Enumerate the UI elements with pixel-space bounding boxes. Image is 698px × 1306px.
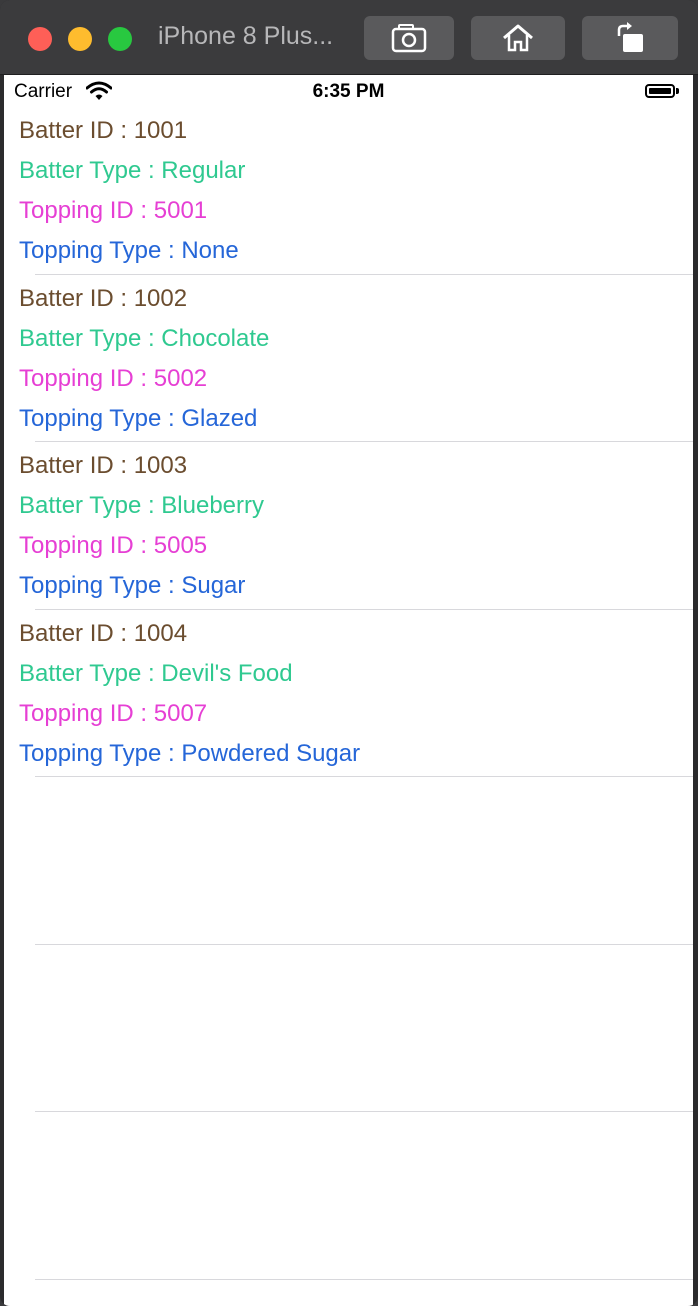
status-time: 6:35 PM [312,81,385,102]
batter-id-label: Batter ID : 1003 [19,452,188,479]
batter-id-label: Batter ID : 1001 [19,117,188,144]
topping-type-label: Topping Type : Powdered Sugar [19,739,361,767]
table-row[interactable]: Batter ID : 1002 Batter Type : Chocolate… [4,275,693,442]
batter-type-label: Batter Type : Regular [19,157,246,184]
camera-icon [391,24,427,53]
minimize-button[interactable] [68,27,92,51]
simulator-window: iPhone 8 Plus... Carrier 6:35 PM Batter … [0,0,698,1306]
topping-id-label: Topping ID : 5007 [19,699,208,727]
batter-id-label: Batter ID : 1004 [19,619,188,647]
status-bar: Carrier 6:35 PM [4,75,693,109]
title-bar: iPhone 8 Plus... [0,0,698,75]
batter-type-label: Batter Type : Devil's Food [19,659,293,687]
screenshot-button[interactable] [364,16,454,60]
rotate-icon [617,22,643,52]
row-separator [35,1278,693,1280]
topping-id-label: Topping ID : 5001 [19,197,208,224]
close-button[interactable] [28,27,52,51]
zoom-button[interactable] [108,27,132,51]
donut-table-view[interactable]: Batter ID : 1001 Batter Type : Regular T… [4,107,693,1280]
topping-id-label: Topping ID : 5005 [19,532,208,559]
device-screen: Carrier 6:35 PM Batter ID : 1001 Batter … [4,75,693,1306]
table-row[interactable]: Batter ID : 1004 Batter Type : Devil's F… [4,610,693,777]
home-button[interactable] [471,16,565,60]
topping-type-label: Topping Type : Sugar [19,572,246,599]
rotate-button[interactable] [582,16,678,60]
empty-row [4,1112,693,1280]
battery-icon [645,84,675,98]
battery-tip [676,88,679,94]
topping-type-label: Topping Type : Glazed [19,404,258,432]
topping-type-label: Topping Type : None [19,237,239,264]
home-icon [503,24,533,52]
table-row[interactable]: Batter ID : 1003 Batter Type : Blueberry… [4,442,693,610]
topping-id-label: Topping ID : 5002 [19,364,208,392]
batter-type-label: Batter Type : Blueberry [19,492,265,519]
empty-row [4,777,693,945]
batter-type-label: Batter Type : Chocolate [19,324,270,352]
empty-row [4,945,693,1112]
batter-id-label: Batter ID : 1002 [19,284,188,312]
table-row[interactable]: Batter ID : 1001 Batter Type : Regular T… [4,107,693,275]
window-title: iPhone 8 Plus... [158,22,334,50]
